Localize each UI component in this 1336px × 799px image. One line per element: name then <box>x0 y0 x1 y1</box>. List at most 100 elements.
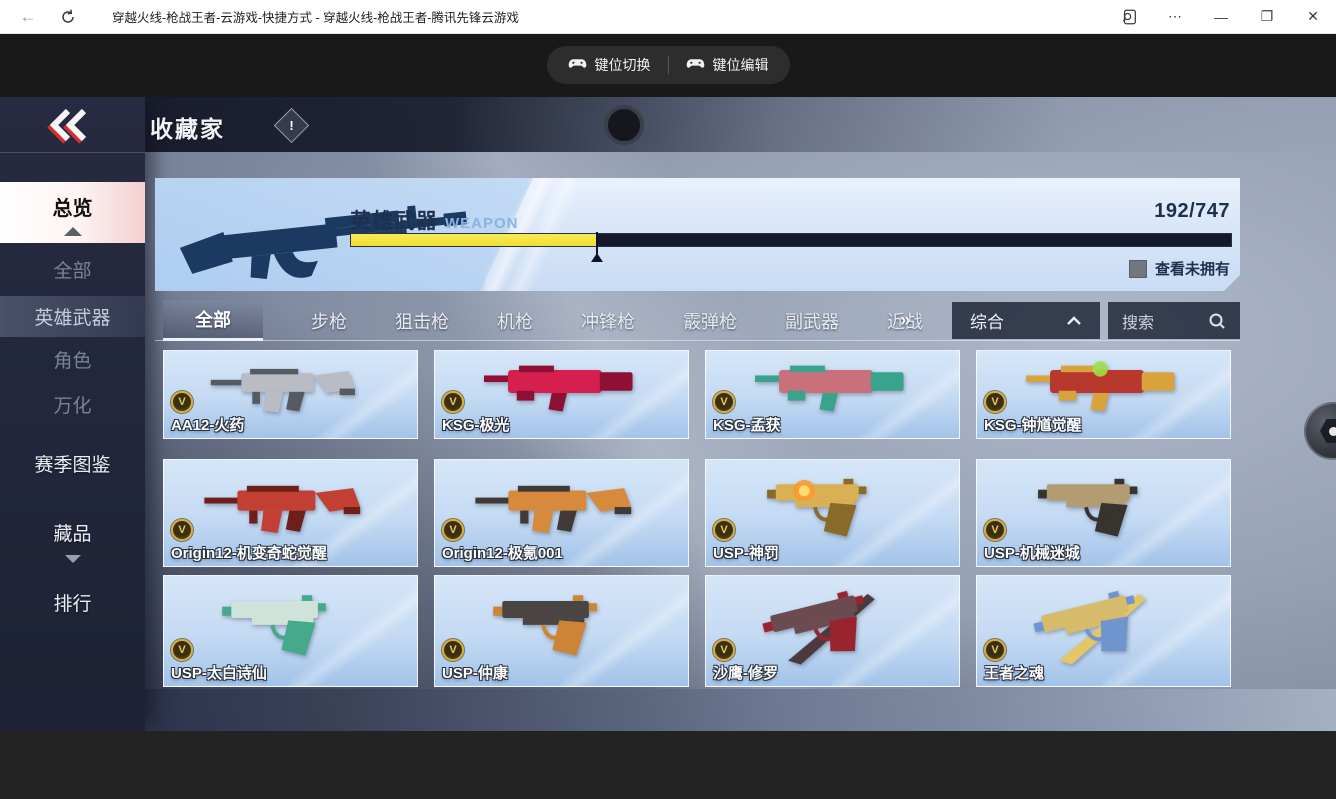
v-badge-icon: V <box>171 639 193 661</box>
sidebar-item-label: 赛季图鉴 <box>34 454 111 476</box>
tab-smg[interactable]: 冲锋枪 <box>581 300 635 341</box>
search-input[interactable]: 搜索 <box>1108 302 1240 339</box>
weapon-filter-bar: 全部 步枪 狙击枪 机枪 冲锋枪 霰弹枪 副武器 近战 » 综合 搜索 <box>155 300 1240 341</box>
weapon-art <box>435 351 688 422</box>
category-name: 英雄武器 <box>350 210 438 233</box>
weapon-card[interactable]: V AA12-火药 <box>163 350 418 439</box>
weapon-name: KSG-孟获 <box>713 417 781 434</box>
weapon-name: USP-神罚 <box>713 545 779 562</box>
v-badge-icon: V <box>713 519 735 541</box>
collection-progress-bar <box>350 233 1232 247</box>
letterbox <box>0 731 1336 799</box>
camera-punch-hole <box>604 105 644 145</box>
weapon-card[interactable]: V 沙鹰-修罗 <box>705 575 960 687</box>
key-switch-button[interactable]: 键位切换 <box>551 55 668 75</box>
card-row: V Origin12-机变奇蛇觉醒 V Origin12-极氪001 V USP-神罚… <box>163 459 1231 567</box>
weapon-name: USP-机械迷城 <box>984 545 1080 562</box>
checkbox[interactable] <box>1129 260 1147 278</box>
weapon-art <box>977 460 1230 550</box>
banner-title: 英雄武器 WEAPON <box>350 205 519 235</box>
sidebar-item-overview[interactable]: 总览 <box>0 182 145 243</box>
weapon-card[interactable]: V KSG-钟馗觉醒 <box>976 350 1231 439</box>
back-icon[interactable]: ← <box>8 0 48 33</box>
game-stream: 总览 全部 英雄武器 角色 万化 赛季图鉴 藏品 排行 收藏家 ! 英雄武器 W… <box>0 97 1336 731</box>
sidebar-item-wanhua[interactable]: 万化 <box>0 388 145 420</box>
tab-shotgun[interactable]: 霰弹枪 <box>683 300 737 341</box>
titlebar: ← 穿越火线-枪战王者-云游戏-快捷方式 - 穿越火线-枪战王者-腾讯先锋云游戏… <box>0 0 1336 34</box>
v-badge-icon: V <box>171 391 193 413</box>
window-title: 穿越火线-枪战王者-云游戏-快捷方式 - 穿越火线-枪战王者-腾讯先锋云游戏 <box>112 11 519 25</box>
chevron-up-icon <box>1067 315 1081 325</box>
tab-mg[interactable]: 机枪 <box>497 300 533 341</box>
weapon-art <box>977 576 1230 670</box>
v-badge-icon: V <box>984 391 1006 413</box>
weapon-card[interactable]: V Origin12-极氪001 <box>434 459 689 567</box>
sidebar-item-all[interactable]: 全部 <box>0 253 145 285</box>
v-badge-icon: V <box>984 519 1006 541</box>
weapon-art <box>706 576 959 670</box>
weapon-card[interactable]: V KSG-极光 <box>434 350 689 439</box>
weapon-card[interactable]: V Origin12-机变奇蛇觉醒 <box>163 459 418 567</box>
more-menu-icon[interactable]: ⋯ <box>1152 0 1198 33</box>
weapon-name: USP-太白诗仙 <box>171 665 267 682</box>
weapon-card[interactable]: V USP-机械迷城 <box>976 459 1231 567</box>
weapon-card[interactable]: V USP-神罚 <box>705 459 960 567</box>
progress-fill <box>351 234 598 246</box>
sort-label: 综合 <box>970 313 1004 332</box>
tab-sniper[interactable]: 狙击枪 <box>395 300 449 341</box>
show-unowned-toggle[interactable]: 查看未拥有 <box>1129 258 1230 279</box>
weapon-card[interactable]: V USP-仲康 <box>434 575 689 687</box>
weapon-name: KSG-钟馗觉醒 <box>984 417 1082 434</box>
v-badge-icon: V <box>713 391 735 413</box>
weapon-art <box>164 576 417 670</box>
weapon-name: AA12-火药 <box>171 417 245 434</box>
cloud-toolbar: 键位切换 键位编辑 <box>0 33 1336 97</box>
key-edit-label: 键位编辑 <box>712 57 769 73</box>
close-icon[interactable]: ✕ <box>1290 0 1336 33</box>
sidebar-item-label: 排行 <box>53 593 92 615</box>
screen-capture-icon[interactable] <box>1106 0 1152 33</box>
key-edit-button[interactable]: 键位编辑 <box>669 55 786 75</box>
v-badge-icon: V <box>442 639 464 661</box>
sidebar-item-label: 藏品 <box>53 523 92 545</box>
background-bottom-strip <box>0 689 1336 731</box>
weapon-card[interactable]: V USP-太白诗仙 <box>163 575 418 687</box>
app-window: ← 穿越火线-枪战王者-云游戏-快捷方式 - 穿越火线-枪战王者-腾讯先锋云游戏… <box>0 0 1336 799</box>
sidebar-item-label: 英雄武器 <box>34 308 111 329</box>
progress-count: 192/747 <box>1154 200 1230 222</box>
tab-rifle[interactable]: 步枪 <box>311 300 347 341</box>
category-banner: 英雄武器 WEAPON 192/747 查看未拥有 <box>155 178 1240 291</box>
weapon-art <box>164 351 417 422</box>
weapon-name: KSG-极光 <box>442 417 510 434</box>
weapon-art <box>706 351 959 422</box>
maximize-icon[interactable]: ❐ <box>1244 0 1290 33</box>
progress-marker <box>596 232 598 254</box>
sidebar-item-hero-weapons[interactable]: 英雄武器 <box>0 296 145 337</box>
sort-dropdown[interactable]: 综合 <box>952 302 1100 339</box>
weapon-art <box>706 460 959 550</box>
tab-secondary[interactable]: 副武器 <box>785 300 839 341</box>
card-row: V AA12-火药 V KSG-极光 V KSG-孟获 V KSG-钟馗觉醒 <box>163 350 1231 439</box>
weapon-name: 王者之魂 <box>984 665 1045 682</box>
weapon-name: Origin12-机变奇蛇觉醒 <box>171 545 327 562</box>
v-badge-icon: V <box>984 639 1006 661</box>
minimize-icon[interactable]: — <box>1198 0 1244 33</box>
sidebar-item-collections[interactable]: 藏品 <box>0 514 145 550</box>
weapon-card-grid: V AA12-火药 V KSG-极光 V KSG-孟获 V KSG-钟馗觉醒 V Orig… <box>163 350 1231 687</box>
checkbox-label: 查看未拥有 <box>1154 261 1230 278</box>
hex-nut-icon <box>1320 419 1336 443</box>
key-switch-label: 键位切换 <box>594 57 651 73</box>
weapon-card[interactable]: V KSG-孟获 <box>705 350 960 439</box>
back-chevrons-icon[interactable] <box>44 106 100 144</box>
weapon-card[interactable]: V 王者之魂 <box>976 575 1231 687</box>
sidebar-item-characters[interactable]: 角色 <box>0 343 145 375</box>
tabs-overflow-icon[interactable]: » <box>900 300 911 341</box>
refresh-icon[interactable] <box>48 0 88 33</box>
sidebar-item-ranking[interactable]: 排行 <box>0 584 145 620</box>
alert-glyph: ! <box>289 118 294 133</box>
sidebar-item-season-catalog[interactable]: 赛季图鉴 <box>0 445 145 481</box>
card-row: V USP-太白诗仙 V USP-仲康 V 沙鹰-修罗 V 王者之魂 <box>163 575 1231 687</box>
gamepad-icon <box>568 59 586 68</box>
hex-dot <box>1328 426 1336 436</box>
tab-all[interactable]: 全部 <box>163 300 263 341</box>
